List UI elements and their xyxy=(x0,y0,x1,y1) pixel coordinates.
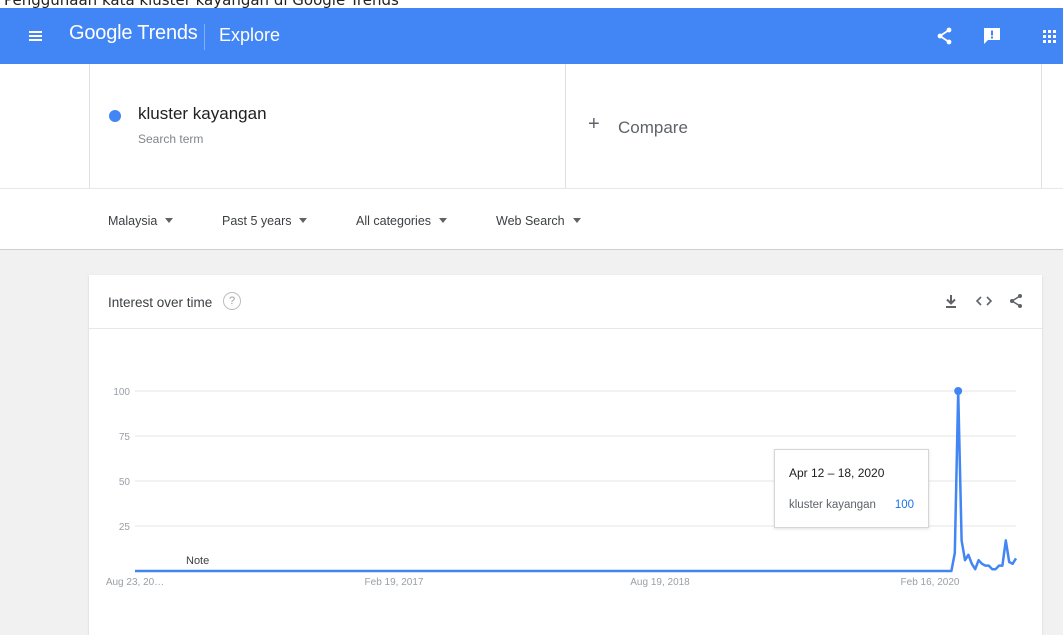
tooltip-value: 100 xyxy=(894,499,914,511)
tooltip-term: kluster kayangan xyxy=(789,499,876,511)
chart-annotation-note[interactable]: Note xyxy=(186,555,209,567)
y-tick-label: 75 xyxy=(119,432,131,443)
x-tick-label: Aug 23, 20… xyxy=(106,577,164,588)
x-tick-label: Aug 19, 2018 xyxy=(630,577,690,588)
peak-point[interactable] xyxy=(954,387,963,395)
y-tick-label: 50 xyxy=(119,477,131,488)
x-tick-label: Feb 19, 2017 xyxy=(365,577,424,588)
x-tick-label: Feb 16, 2020 xyxy=(901,577,960,588)
tooltip-date: Apr 12 – 18, 2020 xyxy=(789,466,885,480)
chart-tooltip: Apr 12 – 18, 2020 kluster kayangan 100 xyxy=(774,449,929,528)
y-tick-label: 25 xyxy=(119,522,131,533)
interest-line-chart[interactable]: 100 75 50 25 Aug 23, 20… Feb 19, 2017 Aug 19,… xyxy=(0,0,1063,628)
y-tick-label: 100 xyxy=(113,387,130,398)
